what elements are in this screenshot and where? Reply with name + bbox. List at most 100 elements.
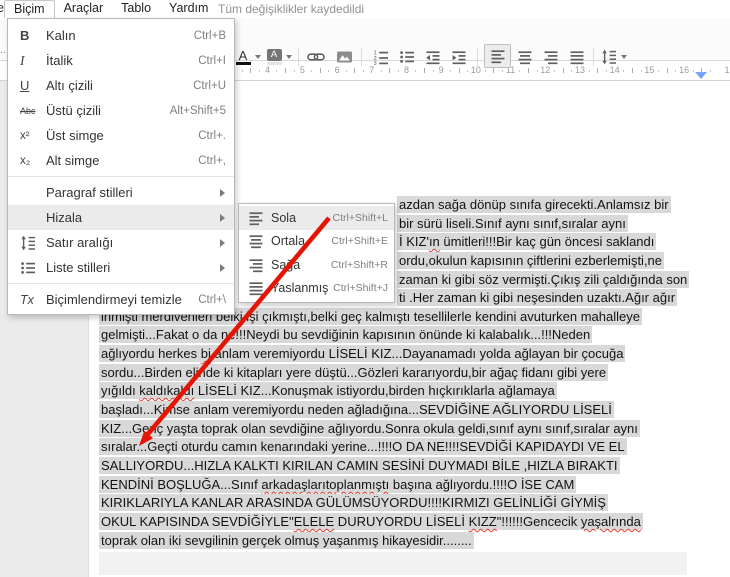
ruler-tick xyxy=(311,70,313,72)
format-menu-item-paragraf-stilleri[interactable]: Paragraf stilleri xyxy=(8,180,234,205)
format-menu-item-satir-araligi[interactable]: Satır aralığı xyxy=(8,230,234,255)
selected-empty-line xyxy=(99,552,687,575)
format-menu-item-alt-simge[interactable]: x₂ Alt simge Ctrl+, xyxy=(8,148,234,173)
ruler-tick xyxy=(554,70,555,72)
menu-separator xyxy=(8,283,234,284)
menubar-item-araclar[interactable]: Araçlar xyxy=(55,0,113,18)
menu-item-shortcut: Ctrl+, xyxy=(198,154,226,167)
ruler-tick xyxy=(276,70,278,72)
text-line: sıralar...Geçti oturdu camın kenarındaki… xyxy=(99,438,627,455)
format-menu-item-liste-stilleri[interactable]: Liste stilleri xyxy=(8,255,234,280)
selected-text: sordu...Birden elinde ki kitapları yere … xyxy=(99,364,609,381)
align-right-icon xyxy=(248,257,271,273)
selected-text: SALLIYORDU...HIZLA KALKTI KIRILAN CAMIN … xyxy=(99,457,620,474)
ruler-tick xyxy=(640,70,642,72)
text-color-button[interactable]: A xyxy=(233,46,263,68)
text-segment: yığıldı xyxy=(101,383,140,398)
selected-text: sıralar...Geçti oturdu camın kenarındaki… xyxy=(99,438,627,455)
selected-text: KIRIKLARIYLA KANLAR ARASINDA GÜLÜMSÜYORD… xyxy=(99,494,608,511)
format-menu-item-i-talik[interactable]: I İtalik Ctrl+I xyxy=(8,48,234,73)
text-segment: toprak olan iki sevgilinin gerçek olmuş … xyxy=(101,533,472,548)
ruler-tick xyxy=(415,70,417,72)
align-center-icon xyxy=(248,233,271,249)
bulleted-list-button[interactable] xyxy=(394,46,420,68)
align-justify-button[interactable] xyxy=(564,46,590,68)
menubar-item-tablo[interactable]: Tablo xyxy=(112,0,160,18)
align-center-button[interactable] xyxy=(512,46,538,68)
text-segment: bir sürü liseli.Sınıf aynı sınıf,sıralar… xyxy=(399,216,626,231)
align-submenu-item-sola[interactable]: Sola Ctrl+Shift+L xyxy=(239,206,394,230)
numbered-list-button[interactable]: 123 xyxy=(368,46,394,68)
misspelled-word: yaşalrında xyxy=(580,514,641,529)
ruler-tick xyxy=(363,70,365,72)
right-indent-marker[interactable] xyxy=(695,72,707,79)
format-menu-item-ustu-cizili[interactable]: Abc Üstü çizili Alt+Shift+5 xyxy=(8,98,234,123)
menu-item-label: Altı çizili xyxy=(46,78,93,93)
menubar-item-yardim[interactable]: Yardım xyxy=(160,0,217,18)
align-submenu-item-yaslanmis[interactable]: Yaslanmış Ctrl+Shift+J xyxy=(239,277,394,301)
line-spacing-button[interactable] xyxy=(598,46,630,68)
format-menu-dropdown: B Kalın Ctrl+B I İtalik Ctrl+I U Altı çizili Ctr… xyxy=(7,18,235,315)
format-menu-item-kalin[interactable]: B Kalın Ctrl+B xyxy=(8,23,234,48)
align-submenu: Sola Ctrl+Shift+L Ortala Ctrl+Shift+E Sağa Ct… xyxy=(238,203,395,303)
ruler-tick xyxy=(571,70,573,72)
selected-text: İ KIZ'ın ümitleri!!!Bir kaç gün öncesi s… xyxy=(397,233,657,250)
ruler-tick xyxy=(658,70,660,72)
text-segment: OKUL KAPISINDA SEVDİĞİYLE" xyxy=(101,514,294,529)
highlight-color-icon: A xyxy=(266,49,282,65)
underline-icon: U xyxy=(20,78,30,93)
menubar-item-bicim[interactable]: Biçim xyxy=(4,0,55,18)
misspelled-word: arkadaşlarıtoplanmıştı xyxy=(261,477,390,492)
align-right-button[interactable] xyxy=(538,46,564,68)
text-segment: azdan sağa dönüp sınıfa girecekti.Anlams… xyxy=(399,197,669,212)
ruler-tick xyxy=(380,70,382,72)
align-submenu-item-saga[interactable]: Sağa Ctrl+Shift+R xyxy=(239,253,394,277)
insert-link-button[interactable] xyxy=(303,46,329,68)
menu-item-label: Biçimlendirmeyi temizle xyxy=(46,292,182,307)
menu-item-shortcut: Ctrl+. xyxy=(198,129,226,142)
text-line: toprak olan iki sevgilinin gerçek olmuş … xyxy=(99,532,474,549)
text-line: SALLIYORDU...HIZLA KALKTI KIRILAN CAMIN … xyxy=(99,457,620,474)
ruler-tick xyxy=(389,68,391,73)
selected-text: KIZ...Genç yaşta toprak olan sevdiğine a… xyxy=(99,420,640,437)
bulleted-list-icon xyxy=(399,49,415,65)
menu-item-label: Alt simge xyxy=(46,153,100,168)
ruler-tick xyxy=(484,70,486,72)
format-menu-item-bicimlendirmeyi-temizle[interactable]: Tx Biçimlendirmeyi temizle Ctrl+\ xyxy=(8,287,234,312)
toolbar-separator xyxy=(477,48,478,66)
line-spacing-icon xyxy=(20,235,46,251)
toolbar-separator xyxy=(361,48,362,66)
align-submenu-item-ortala[interactable]: Ortala Ctrl+Shift+E xyxy=(239,230,394,254)
ruler-tick xyxy=(449,70,451,72)
increase-indent-button[interactable] xyxy=(446,46,472,68)
ruler-tick xyxy=(345,70,347,72)
menu-item-shortcut: Ctrl+\ xyxy=(198,293,226,306)
superscript-icon: x² xyxy=(20,129,30,142)
menu-item-label: Yaslanmış xyxy=(271,281,329,296)
selected-text: ordu,okulun kapısının çiftlerini ezberle… xyxy=(397,252,665,269)
misspelled-word: bi xyxy=(200,346,211,361)
list-styles-icon xyxy=(20,260,46,276)
menu-item-label: İtalik xyxy=(46,53,73,68)
text-segment: ağlıyordu herkes xyxy=(101,346,201,361)
ruler-tick xyxy=(328,70,330,72)
text-line: ordu,okulun kapısının çiftlerini ezberle… xyxy=(397,252,665,269)
menu-item-label: Üstü çizili xyxy=(46,103,101,118)
ruler-tick xyxy=(319,68,321,73)
highlight-color-button[interactable]: A xyxy=(264,46,294,68)
insert-image-button[interactable] xyxy=(331,46,357,68)
align-left-button[interactable] xyxy=(484,44,511,68)
text-line: KIZ...Genç yaşta toprak olan sevdiğine a… xyxy=(99,420,640,437)
format-menu-item-hizala[interactable]: Hizala xyxy=(8,205,234,230)
ruler-tick xyxy=(259,70,260,72)
format-menu-item-ust-simge[interactable]: x² Üst simge Ctrl+. xyxy=(8,123,234,148)
decrease-indent-button[interactable] xyxy=(420,46,446,68)
ruler-tick xyxy=(527,68,529,73)
submenu-arrow-icon xyxy=(220,188,225,197)
text-segment: İ KIZ' xyxy=(399,234,429,249)
format-menu-item-alti-cizili[interactable]: U Altı çizili Ctrl+U xyxy=(8,73,234,98)
ruler-tick xyxy=(588,70,590,72)
menu-item-shortcut: Alt+Shift+5 xyxy=(169,104,226,117)
misspelled-word: kaldıkaldı xyxy=(139,383,195,398)
ruler-tick xyxy=(293,70,295,72)
